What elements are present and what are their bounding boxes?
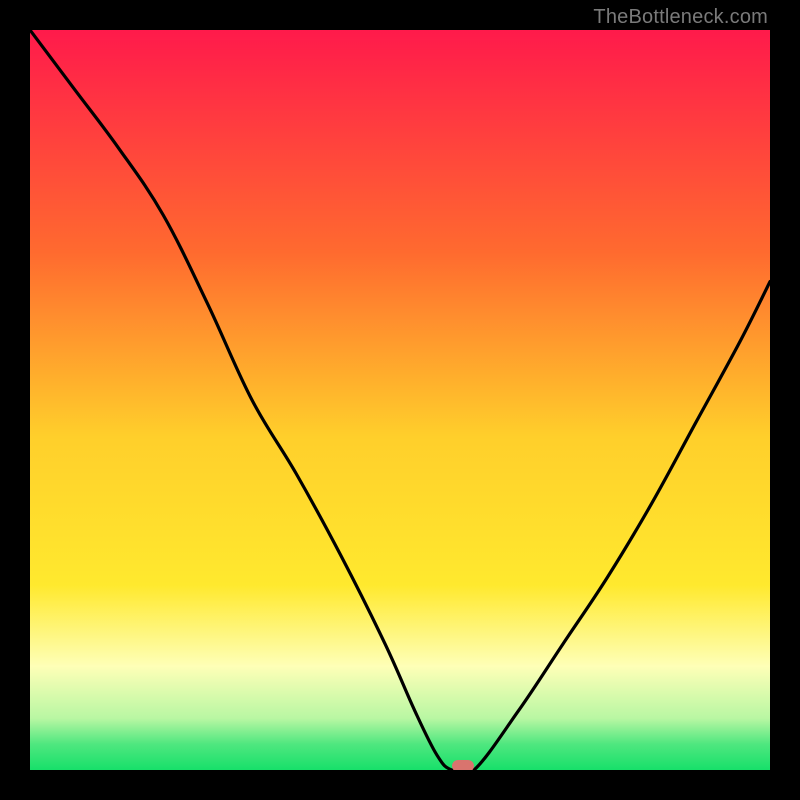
optimal-marker [452,760,474,770]
attribution-label: TheBottleneck.com [593,6,768,29]
chart-stage: TheBottleneck.com [0,0,800,800]
plot-area [30,30,770,770]
bottleneck-curve [30,30,770,770]
